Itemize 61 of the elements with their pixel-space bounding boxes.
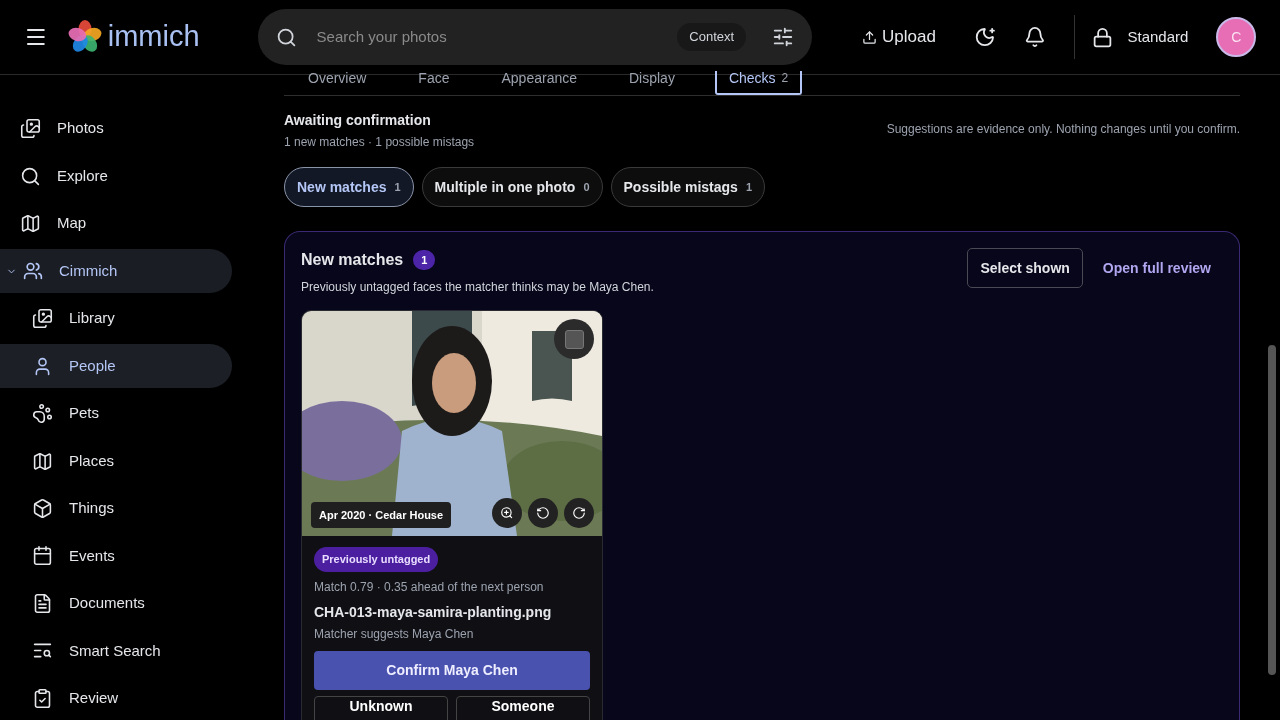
lock-icon xyxy=(1092,26,1114,48)
action-button[interactable]: Unknown xyxy=(314,695,448,720)
mode-button[interactable]: Standard xyxy=(1092,25,1189,49)
sidebar-item[interactable]: Places xyxy=(0,439,232,483)
sidebar-item[interactable]: Smart Search xyxy=(0,629,232,673)
clipboard-check-icon xyxy=(32,687,53,709)
filter-icon[interactable] xyxy=(772,26,795,48)
filter-chip[interactable]: Possible mistags 1 xyxy=(610,167,765,207)
paw-icon xyxy=(32,403,53,425)
photos-icon xyxy=(32,308,53,330)
info-text: Suggestions are evidence only. Nothing changes until you confirm. xyxy=(886,121,1240,138)
sidebar-item[interactable]: Documents xyxy=(0,581,232,626)
scrollbar-thumb[interactable] xyxy=(1268,345,1276,675)
sidebar-item[interactable]: Review xyxy=(0,676,232,720)
panel-title: New matches xyxy=(301,250,404,270)
select-shown-button[interactable]: Select shown xyxy=(967,248,1083,288)
search-field[interactable]: Search your photos Context xyxy=(257,9,813,65)
sidebar-item[interactable]: Photos xyxy=(0,107,232,151)
status-badge: Previously untagged xyxy=(314,547,439,572)
logo-text: immich xyxy=(107,19,200,55)
review-link[interactable]: Open full review xyxy=(1102,258,1211,279)
tab[interactable]: Overview xyxy=(296,71,379,95)
map-icon xyxy=(20,213,41,235)
match-score: Match 0.79 · 0.35 ahead of the next person xyxy=(314,578,545,596)
tab[interactable]: Checks 2 xyxy=(714,71,803,95)
search-icon xyxy=(20,165,41,187)
notification-icon[interactable] xyxy=(1023,26,1046,48)
suggestion-text: Matcher suggests Maya Chen xyxy=(314,625,475,643)
tab[interactable]: Face xyxy=(406,71,462,95)
upload-button[interactable]: Upload xyxy=(862,24,936,50)
filter-chip[interactable]: New matches 1 xyxy=(284,167,414,207)
logo-icon xyxy=(67,20,102,54)
panel-description: Previously untagged faces the matcher thinks may be Maya Chen. xyxy=(301,279,654,296)
people-icon xyxy=(23,261,43,282)
tab[interactable]: Appearance xyxy=(489,71,589,95)
theme-icon[interactable] xyxy=(973,26,996,48)
photos-icon xyxy=(20,118,41,140)
sidebar-item[interactable]: Pets xyxy=(0,391,232,436)
sidebar-group[interactable]: Cimmich xyxy=(0,249,232,293)
count-badge: 1 xyxy=(413,250,436,270)
tab[interactable]: Display xyxy=(617,71,687,95)
sidebar-item[interactable]: People xyxy=(0,344,232,388)
sidebar-item[interactable]: Map xyxy=(0,201,232,246)
box-icon xyxy=(32,498,53,519)
context-chip[interactable]: Context xyxy=(677,23,747,51)
document-icon xyxy=(32,592,53,614)
search-icon xyxy=(275,26,297,48)
confirm-button[interactable]: Confirm Maya Chen xyxy=(314,650,590,690)
sidebar-item[interactable]: Library xyxy=(0,296,232,341)
sidebar-item[interactable]: Things xyxy=(0,486,232,531)
sidebar-item[interactable]: Events xyxy=(0,534,232,578)
file-name: CHA-013-maya-samira-planting.png xyxy=(314,602,553,622)
photo-caption: Apr 2020 · Cedar House xyxy=(311,501,452,528)
calendar-icon xyxy=(32,545,53,567)
map-icon xyxy=(32,450,53,472)
section-title: Awaiting confirmation xyxy=(284,111,432,130)
filter-chip[interactable]: Multiple in one photo 0 xyxy=(421,167,603,207)
sidebar-item[interactable]: Explore xyxy=(0,154,232,198)
section-subtitle: 1 new matches · 1 possible mistags xyxy=(284,134,475,151)
action-button[interactable]: Someone xyxy=(456,695,590,720)
upload-icon xyxy=(862,29,878,45)
